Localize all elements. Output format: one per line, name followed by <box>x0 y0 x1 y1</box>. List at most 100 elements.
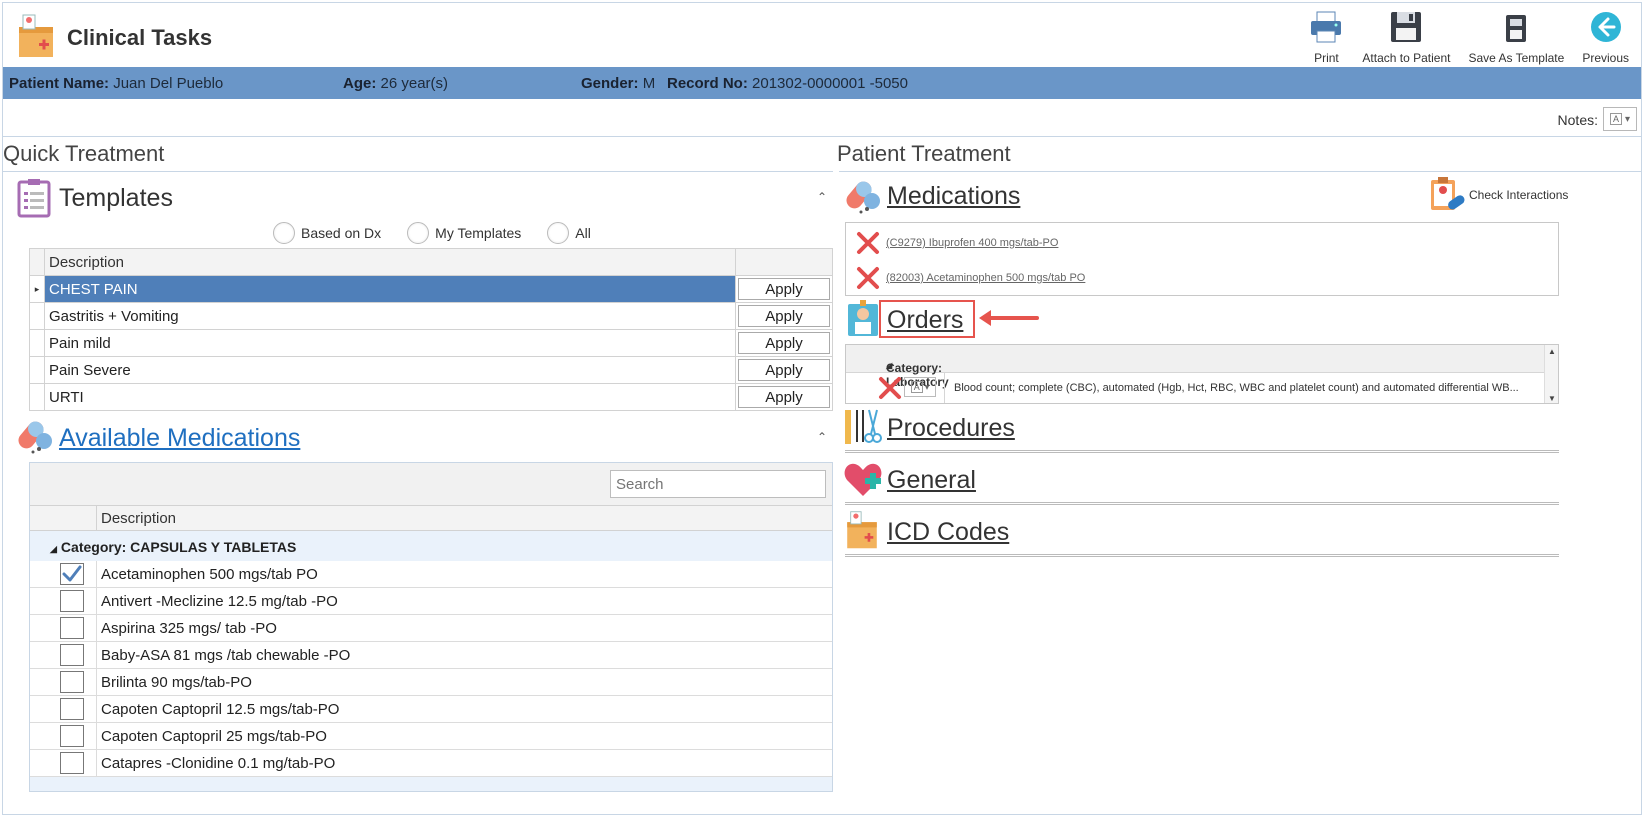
attach-label: Attach to Patient <box>1362 51 1451 65</box>
medication-label: Baby-ASA 81 mgs /tab chewable -PO <box>101 647 351 664</box>
category-label: ◢ Category: CAPSULAS Y TABLETAS <box>50 539 296 555</box>
column-separator <box>96 506 97 532</box>
templates-title: Templates <box>59 184 173 212</box>
icd-codes-link[interactable]: ICD Codes <box>887 518 1009 547</box>
medication-category-row[interactable]: ◢ Category: CAPSULAS Y TABLETAS <box>30 531 832 561</box>
medication-row[interactable]: Aspirina 325 mgs/ tab -PO <box>30 615 832 642</box>
apply-button[interactable]: Apply <box>738 305 830 327</box>
remove-x-icon[interactable] <box>856 231 880 255</box>
remove-x-icon[interactable] <box>878 376 902 400</box>
templates-collapse-toggle[interactable]: ⌃ <box>817 190 827 204</box>
search-strip <box>30 463 832 505</box>
scroll-down-icon[interactable]: ▼ <box>1548 394 1556 403</box>
notes-dropdown-button[interactable]: A ▾ <box>1603 107 1637 131</box>
medication-search-input[interactable] <box>610 470 826 498</box>
age-field: Age: 26 year(s) <box>343 75 448 92</box>
template-row[interactable]: Gastritis + Vomiting Apply <box>29 302 833 330</box>
pointer-arrow-icon <box>979 310 1039 326</box>
patient-name-value: Juan Del Pueblo <box>113 75 224 92</box>
app-title: Clinical Tasks <box>67 25 213 50</box>
toolbar: Print Attach to Patient Save As Template <box>1304 9 1633 65</box>
quick-treatment-title: Quick Treatment <box>3 141 165 166</box>
save-as-template-button[interactable]: Save As Template <box>1464 9 1568 65</box>
medication-checkbox[interactable] <box>60 563 84 585</box>
apply-button[interactable]: Apply <box>738 359 830 381</box>
template-disk-icon <box>1506 15 1527 42</box>
template-row[interactable]: Pain mild Apply <box>29 329 833 357</box>
notes-bar: Notes: A ▾ <box>3 103 1641 137</box>
description-column-header: Description <box>101 510 177 527</box>
medication-checkbox[interactable] <box>60 725 84 747</box>
save-disk-icon <box>1391 12 1422 42</box>
note-icon: A <box>910 381 923 393</box>
general-link[interactable]: General <box>887 466 976 495</box>
medication-label: Capoten Captopril 25 mgs/tab-PO <box>101 728 327 745</box>
gender-field: Gender: M <box>581 75 655 92</box>
row-indicator <box>29 383 45 411</box>
check-interactions-label: Check Interactions <box>1469 188 1569 202</box>
medication-row[interactable]: Capoten Captopril 12.5 mgs/tab-PO <box>30 696 832 723</box>
template-filter-group: Based on Dx My Templates All <box>273 222 591 244</box>
available-medications-link[interactable]: Available Medications <box>59 424 300 453</box>
age-label: Age: <box>343 75 377 92</box>
order-row[interactable]: A ▾ Blood count; complete (CBC), automate… <box>846 373 1546 403</box>
apply-button[interactable]: Apply <box>738 332 830 354</box>
print-button[interactable]: Print <box>1304 9 1348 65</box>
template-row[interactable]: Pain Severe Apply <box>29 356 833 384</box>
orders-category-row[interactable]: ◢ Category: Laboratory <box>846 345 1546 389</box>
orders-highlight-box <box>879 300 975 338</box>
medication-row[interactable]: Catapres -Clonidine 0.1 mg/tab-PO <box>30 750 832 777</box>
remove-x-icon[interactable] <box>856 266 880 290</box>
medication-checkbox[interactable] <box>60 671 84 693</box>
apply-button[interactable]: Apply <box>738 278 830 300</box>
medication-row[interactable]: Capoten Captopril 25 mgs/tab-PO <box>30 723 832 750</box>
order-note-dropdown[interactable]: A ▾ <box>904 377 936 397</box>
column-separator <box>96 642 97 669</box>
back-arrow-icon <box>1590 12 1621 42</box>
description-column-header: Description <box>44 248 736 276</box>
apply-button[interactable]: Apply <box>738 386 830 408</box>
column-separator <box>96 696 97 723</box>
procedures-link[interactable]: Procedures <box>887 414 1015 443</box>
pills-icon <box>846 181 880 214</box>
clipboard-list-icon <box>17 179 51 218</box>
filter-my-templates[interactable]: My Templates <box>407 222 521 244</box>
filter-all[interactable]: All <box>547 222 591 244</box>
medication-checkbox[interactable] <box>60 644 84 666</box>
prescribed-medication-item[interactable]: (C9279) Ibuprofen 400 mgs/tab-PO <box>856 231 1058 255</box>
previous-label: Previous <box>1582 51 1629 65</box>
medication-checkbox[interactable] <box>60 752 84 774</box>
medications-collapse-toggle[interactable]: ⌃ <box>817 430 827 444</box>
scroll-up-icon[interactable]: ▲ <box>1548 347 1556 356</box>
medication-label: Capoten Captopril 12.5 mgs/tab-PO <box>101 701 340 718</box>
orders-scrollbar[interactable]: ▲ ▼ <box>1544 345 1558 403</box>
column-separator <box>96 588 97 615</box>
previous-button[interactable]: Previous <box>1578 9 1633 65</box>
templates-header-row: Description <box>29 248 833 276</box>
medication-row[interactable]: Brilinta 90 mgs/tab-PO <box>30 669 832 696</box>
medication-checkbox[interactable] <box>60 590 84 612</box>
medications-link[interactable]: Medications <box>887 182 1020 211</box>
template-row[interactable]: ▸ CHEST PAIN Apply <box>29 275 833 303</box>
clipboard-pill-icon <box>1431 177 1465 210</box>
filter-based-on-dx[interactable]: Based on Dx <box>273 222 381 244</box>
template-row[interactable]: URTI Apply <box>29 383 833 411</box>
medication-label: Brilinta 90 mgs/tab-PO <box>101 674 252 691</box>
check-interactions-button[interactable]: Check Interactions <box>1427 176 1568 214</box>
patient-treatment-title: Patient Treatment <box>837 141 1011 166</box>
row-indicator <box>29 329 45 357</box>
attach-to-patient-button[interactable]: Attach to Patient <box>1358 9 1454 65</box>
medication-row[interactable]: Baby-ASA 81 mgs /tab chewable -PO <box>30 642 832 669</box>
record-value: 201302-0000001 -5050 <box>752 75 908 92</box>
category-name: Category: CAPSULAS Y TABLETAS <box>60 539 297 555</box>
section-divider <box>845 450 1559 453</box>
medication-row[interactable]: Antivert -Meclizine 12.5 mg/tab -PO <box>30 588 832 615</box>
medication-checkbox[interactable] <box>60 698 84 720</box>
radio-circle <box>547 222 570 244</box>
notes-label: Notes: <box>1557 112 1598 128</box>
prescribed-medication-item[interactable]: (82003) Acetaminophen 500 mgs/tab PO <box>856 266 1085 290</box>
medication-checkbox[interactable] <box>60 617 84 639</box>
medication-row[interactable]: Acetaminophen 500 mgs/tab PO <box>30 561 832 588</box>
gender-value: M <box>642 75 656 92</box>
record-field: Record No: 201302-0000001 -5050 <box>667 75 908 92</box>
